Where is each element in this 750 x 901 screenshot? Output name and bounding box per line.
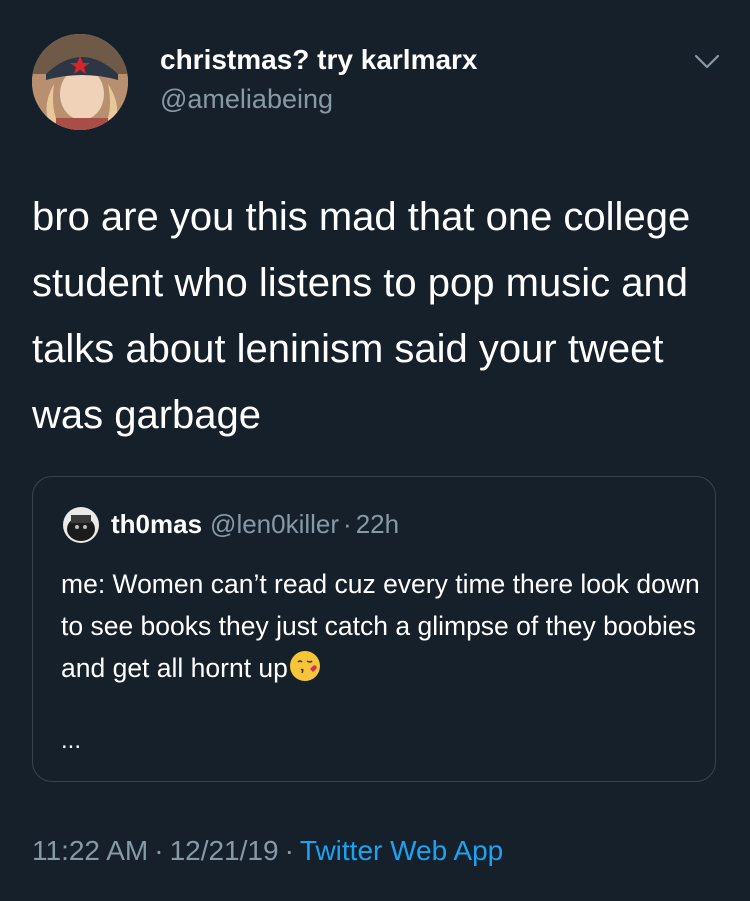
source-app-link[interactable]: Twitter Web App bbox=[300, 835, 503, 866]
display-name[interactable]: christmas? try karlmarx bbox=[160, 44, 478, 76]
quoted-text: me: Women can’t read cuz every time ther… bbox=[61, 563, 701, 689]
tweet-date[interactable]: 12/21/19 bbox=[170, 835, 279, 866]
quoted-avatar[interactable] bbox=[63, 507, 99, 543]
quoted-name[interactable]: th0mas bbox=[111, 509, 202, 539]
tweet-meta: 11:22 AM · 12/21/19 · Twitter Web App bbox=[32, 835, 503, 867]
quoted-text-body: me: Women can’t read cuz every time ther… bbox=[61, 569, 700, 683]
tweet-card: christmas? try karlmarx @ameliabeing bro… bbox=[0, 0, 750, 901]
quoted-ellipsis: ... bbox=[61, 727, 82, 754]
separator-dot: · bbox=[284, 835, 294, 866]
user-handle[interactable]: @ameliabeing bbox=[160, 84, 333, 115]
kissing-face-with-heart-icon bbox=[289, 651, 320, 681]
quoted-tweet[interactable]: th0mas @len0killer · 22h me: Women can’t re… bbox=[32, 476, 716, 782]
chevron-down-icon[interactable] bbox=[692, 50, 722, 74]
quoted-handle[interactable]: @len0killer bbox=[210, 509, 339, 539]
quoted-time[interactable]: 22h bbox=[356, 509, 399, 539]
avatar[interactable] bbox=[32, 34, 128, 130]
tweet-time[interactable]: 11:22 AM bbox=[32, 835, 148, 866]
quoted-header: th0mas @len0killer · 22h bbox=[111, 509, 399, 540]
separator-dot: · bbox=[343, 509, 352, 539]
tweet-text: bro are you this mad that one college st… bbox=[32, 195, 691, 437]
separator-dot: · bbox=[154, 835, 164, 866]
